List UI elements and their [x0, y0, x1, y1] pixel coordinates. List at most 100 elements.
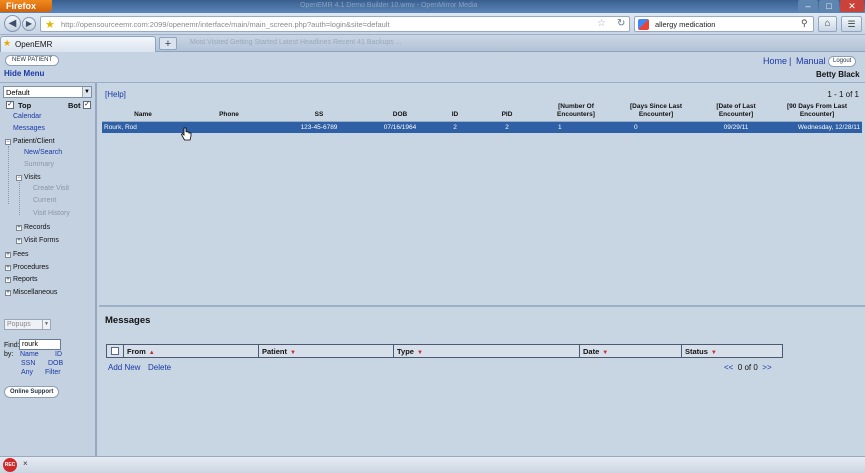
cell-days-since-last-encounter[interactable]: 0 — [612, 122, 700, 134]
col-ss[interactable]: SS — [274, 103, 364, 122]
manual-link[interactable]: Manual — [796, 56, 826, 66]
url-bar[interactable]: ★ http://opensourceemr.com:2099/openemr/… — [40, 16, 630, 32]
col-90-days-from-last-encounter[interactable]: [90 Days From Last Encounter] — [772, 103, 862, 122]
find-by-any[interactable]: Any — [21, 369, 33, 376]
close-window-button[interactable]: ✕ — [840, 0, 864, 12]
nav-messages[interactable]: Messages — [13, 125, 45, 132]
msg-col-status[interactable]: Status ▼ — [682, 345, 782, 357]
cell-pid[interactable]: 2 — [474, 122, 540, 134]
nav-fees[interactable]: Fees — [13, 251, 29, 258]
forward-arrow-icon[interactable]: ▶ — [22, 17, 36, 31]
view-select[interactable]: Default ▼ — [3, 86, 92, 98]
cell-name[interactable]: Rourk, Rod — [102, 122, 184, 134]
record-icon[interactable]: REC — [3, 458, 17, 472]
bookmarks-toolbar: Most Visited Getting Started Latest Head… — [190, 39, 402, 46]
expand-icon[interactable]: + — [5, 265, 11, 271]
sort-icon[interactable]: ▲ — [149, 350, 155, 356]
find-by-dob[interactable]: DOB — [48, 360, 63, 367]
col-pid[interactable]: PID — [474, 103, 540, 122]
sort-icon[interactable]: ▼ — [417, 350, 423, 356]
nav-procedures[interactable]: Procedures — [13, 264, 49, 271]
top-checkbox[interactable]: ✓ — [6, 101, 14, 109]
nav-visit-history[interactable]: Visit History — [33, 210, 70, 217]
table-row[interactable]: Rourk, Rod 123-45-6789 07/16/1964 2 2 1 … — [102, 121, 862, 134]
msg-col-from[interactable]: From ▲ — [124, 345, 259, 357]
find-by-id[interactable]: ID — [55, 351, 62, 358]
find-by-name[interactable]: Name — [20, 351, 39, 358]
pager-next-link[interactable]: >> — [762, 363, 771, 372]
nav-miscellaneous[interactable]: Miscellaneous — [13, 289, 57, 296]
sort-icon[interactable]: ▼ — [711, 350, 717, 356]
nav-reports[interactable]: Reports — [13, 276, 38, 283]
new-tab-button[interactable]: + — [159, 37, 177, 50]
hide-menu-link[interactable]: Hide Menu — [4, 69, 44, 78]
add-new-link[interactable]: Add New — [108, 363, 140, 372]
collapse-icon[interactable]: − — [16, 175, 22, 181]
cell-id[interactable]: 2 — [436, 122, 474, 134]
delete-link[interactable]: Delete — [148, 363, 171, 372]
msg-col-patient[interactable]: Patient ▼ — [259, 345, 394, 357]
dropdown-arrow-icon[interactable]: ▼ — [42, 320, 50, 329]
online-support-button[interactable]: Online Support — [4, 386, 60, 398]
minimize-button[interactable]: – — [798, 0, 818, 12]
pager-prev-link[interactable]: << — [724, 363, 733, 372]
msg-col-type[interactable]: Type ▼ — [394, 345, 580, 357]
nav-calendar[interactable]: Calendar — [13, 113, 41, 120]
nav-create-visit[interactable]: Create Visit — [33, 185, 69, 192]
browser-home-icon[interactable]: ⌂ — [818, 16, 837, 32]
url-text[interactable]: http://opensourceemr.com:2099/openemr/in… — [61, 20, 390, 29]
tab-openemr[interactable]: ★ OpenEMR — [0, 36, 156, 52]
logout-button[interactable]: Logout — [828, 56, 857, 67]
nav-summary[interactable]: Summary — [24, 161, 54, 168]
msg-col-date[interactable]: Date ▼ — [580, 345, 682, 357]
nav-new-search[interactable]: New/Search — [24, 149, 62, 156]
popups-select[interactable]: Popups ▼ — [4, 319, 51, 330]
cell-phone[interactable] — [184, 122, 274, 134]
col-date-of-last-encounter[interactable]: [Date of Last Encounter] — [700, 103, 772, 122]
col-days-since-last-encounter[interactable]: [Days Since Last Encounter] — [612, 103, 700, 122]
col-name[interactable]: Name — [102, 103, 184, 122]
home-link[interactable]: Home — [763, 56, 787, 66]
firefox-menu-button[interactable]: Firefox — [0, 0, 52, 12]
close-icon[interactable]: × — [23, 459, 28, 468]
bookmark-star-icon[interactable]: ☆ — [597, 18, 606, 29]
find-by-filter[interactable]: Filter — [45, 369, 61, 376]
bot-checkbox[interactable]: ✓ — [83, 101, 91, 109]
search-icon[interactable]: ⚲ — [801, 18, 808, 29]
expand-icon[interactable]: + — [5, 252, 11, 258]
nav-patient-client[interactable]: Patient/Client — [13, 138, 55, 145]
cell-dob[interactable]: 07/16/1964 — [364, 122, 436, 134]
cell-date-of-last-encounter[interactable]: 09/29/11 — [700, 122, 772, 134]
sort-icon[interactable]: ▼ — [290, 350, 296, 356]
cell-ss[interactable]: 123-45-6789 — [274, 122, 364, 134]
help-link[interactable]: [Help] — [105, 90, 126, 99]
new-patient-button[interactable]: NEW PATIENT — [5, 55, 60, 66]
reload-icon[interactable]: ↻ — [617, 18, 625, 29]
find-by-ssn[interactable]: SSN — [21, 360, 35, 367]
expand-icon[interactable]: + — [5, 290, 11, 296]
maximize-button[interactable]: □ — [819, 0, 839, 12]
search-bar[interactable]: allergy medication ⚲ — [634, 16, 814, 32]
cell-90-days-from-last-encounter[interactable]: Wednesday, 12/28/11 — [772, 122, 862, 134]
col-id[interactable]: ID — [436, 103, 474, 122]
back-arrow-icon[interactable]: ◀ — [4, 15, 21, 32]
expand-icon[interactable]: + — [16, 225, 22, 231]
select-all-checkbox[interactable] — [111, 347, 119, 355]
col-dob[interactable]: DOB — [364, 103, 436, 122]
sort-icon[interactable]: ▼ — [602, 350, 608, 356]
expand-icon[interactable]: + — [5, 277, 11, 283]
nav-visit-forms[interactable]: Visit Forms — [24, 237, 59, 244]
search-input[interactable]: allergy medication — [655, 20, 715, 29]
dropdown-arrow-icon[interactable]: ▼ — [82, 87, 91, 97]
nav-current[interactable]: Current — [33, 197, 56, 204]
cell-number-of-encounters[interactable]: 1 — [540, 122, 612, 134]
col-phone[interactable]: Phone — [184, 103, 274, 122]
find-input[interactable]: rourk — [19, 339, 61, 350]
collapse-icon[interactable]: − — [5, 139, 11, 145]
nav-visits[interactable]: Visits — [24, 174, 41, 181]
col-number-of-encounters[interactable]: [Number Of Encounters] — [540, 103, 612, 122]
bot-label: Bot — [68, 101, 81, 110]
expand-icon[interactable]: + — [16, 238, 22, 244]
nav-records[interactable]: Records — [24, 224, 50, 231]
browser-menu-icon[interactable]: ☰ — [841, 16, 862, 32]
